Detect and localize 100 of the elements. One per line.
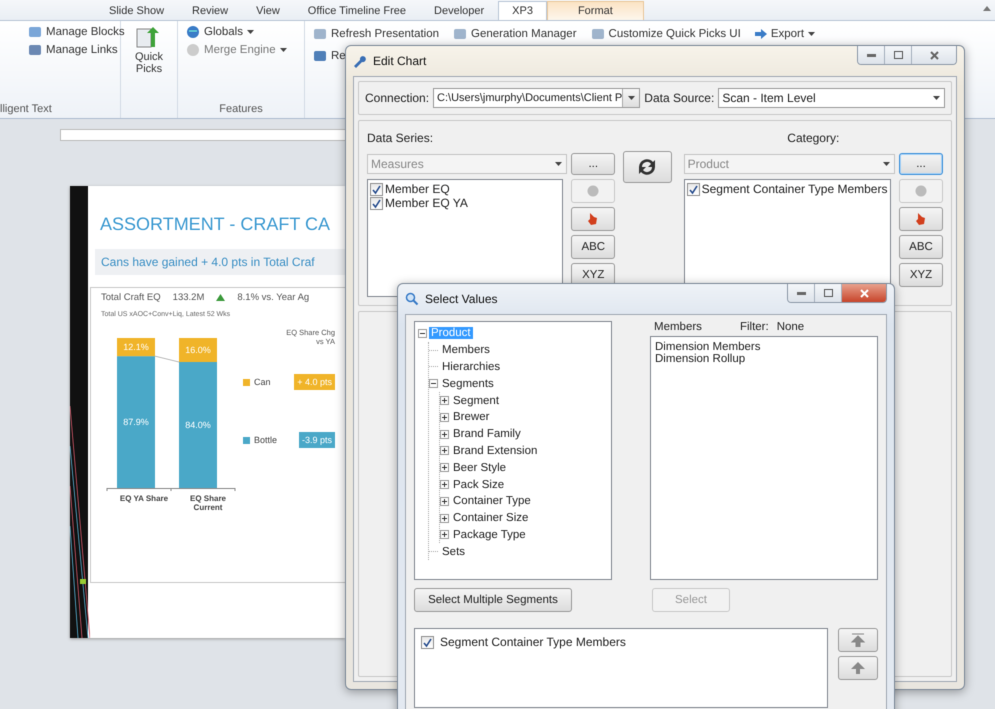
filter-label: Filter: [740,321,769,333]
kpi-change: 8.1% vs. Year Ag [237,292,310,303]
expand-icon[interactable] [440,496,449,506]
ribbon-button[interactable]: Re [313,49,346,63]
check-icon [422,636,433,648]
tree-item[interactable]: Package Type [451,528,528,541]
change-badge: + 4.0 pts [294,374,335,390]
ribbon-button[interactable]: Customize Quick Picks UI [590,27,741,41]
ribbon-tab[interactable]: XP3 [498,1,547,20]
ribbon-tab[interactable]: Format [546,1,644,20]
ribbon-tab[interactable]: Review [178,1,242,20]
minimize-icon [796,292,806,294]
tree-item[interactable]: Hierarchies [440,360,502,373]
expand-icon[interactable] [440,530,449,540]
expand-icon[interactable] [440,412,449,422]
list-item[interactable]: Dimension Rollup [655,353,873,365]
checkbox-item[interactable]: Segment Container Type Members [686,182,888,196]
toolbar-icon [590,27,605,41]
quick-picks-button[interactable]: Quick Picks [129,25,169,118]
tree-item[interactable]: Brand Extension [451,444,540,457]
collapse-ribbon-icon[interactable] [983,6,991,11]
dropdown-arrow-icon [280,48,287,52]
legend-label: Bottle [254,435,278,445]
ribbon-tab[interactable]: Slide Show [95,1,178,20]
tree-item[interactable]: Pack Size [451,478,506,491]
maximize-button[interactable] [885,46,912,64]
slide-title: ASSORTMENT - CRAFT CA [100,214,332,235]
tool-button[interactable]: XYZ [899,263,943,287]
collapse-icon[interactable] [429,379,438,388]
checkbox-item[interactable]: Member EQ YA [370,196,560,210]
move-top-button[interactable] [838,628,878,652]
close-icon [930,50,938,60]
expand-icon[interactable] [440,514,449,523]
dropdown-arrow-icon [932,96,940,100]
checkbox-item[interactable]: Member EQ [370,182,560,196]
tree-item[interactable]: Sets [440,546,468,558]
ribbon-tab[interactable]: View [242,1,294,20]
window-title: Select Values [425,292,498,306]
maximize-icon [824,289,832,297]
filter-value: None [776,321,804,333]
axis-label: EQ Share Current [188,494,227,512]
collapse-icon[interactable] [418,328,427,338]
checkbox[interactable] [421,636,434,648]
kpi-value: 133.2M [172,292,204,303]
expand-icon[interactable] [440,430,449,439]
arrow-icon [754,29,767,39]
dialog-button[interactable]: Select Multiple Segments [414,588,572,612]
checkbox[interactable] [686,182,700,196]
browse-button[interactable]: ... [571,153,616,175]
check-icon [688,184,699,194]
swap-button[interactable] [623,151,672,183]
ribbon-button[interactable]: Manage Links [28,43,118,57]
ribbon-button[interactable]: Globals [186,25,254,39]
ribbon-button[interactable]: Generation Manager [453,27,577,41]
ribbon-button[interactable]: Manage Blocks [28,25,125,39]
tool-button[interactable]: ABC [571,235,616,259]
expand-icon[interactable] [440,463,449,472]
tree-item[interactable]: Segment [451,394,502,407]
ribbon-button[interactable]: Refresh Presentation [313,27,440,41]
expand-icon[interactable] [440,446,449,456]
field-label: Data Source: [644,91,714,105]
panel-label: Data Series: [367,131,434,145]
axis-label: EQ YA Share [118,494,170,505]
dropdown-arrow-icon [247,30,254,34]
connector-line [154,356,180,362]
close-button[interactable] [912,46,956,64]
data-source-dropdown[interactable]: Scan - Item Level [718,88,945,108]
dropdown-arrow-icon [554,162,562,166]
tree-item[interactable]: Segments [440,378,496,390]
tree-item[interactable]: Members [440,344,492,356]
maximize-icon [894,51,902,59]
close-icon [860,288,868,298]
expand-icon[interactable] [440,396,449,406]
data-label: 16.0% [185,345,211,355]
tool-button[interactable]: ABC [899,235,943,259]
checkbox-item[interactable]: Segment Container Type Members [421,635,821,649]
tree-item[interactable]: Container Type [451,495,533,508]
expand-icon[interactable] [440,480,449,490]
tree-item[interactable]: Brand Family [451,428,523,440]
maximize-button[interactable] [815,284,842,302]
close-button[interactable] [842,284,886,302]
panel-label: Category: [787,131,840,145]
dropdown-arrow-icon [882,162,890,166]
tree-item[interactable]: Brewer [451,411,492,424]
browse-button[interactable]: ... [899,153,943,175]
slide-subtitle: Cans have gained + 4.0 pts in Total Craf [95,249,345,275]
minimize-button[interactable] [858,46,885,64]
ribbon-tab[interactable]: Developer [420,1,498,20]
ribbon-button[interactable]: Export [754,28,816,40]
ribbon-tab[interactable]: Office Timeline Free [294,1,420,20]
list-item[interactable]: Dimension Members [655,341,873,353]
tree-item[interactable]: Beer Style [451,462,508,474]
connection-dropdown[interactable]: C:\Users\jmurphy\Documents\Client P [433,88,640,108]
tree-item[interactable]: Container Size [451,512,530,524]
checkbox[interactable] [370,182,383,196]
checkbox[interactable] [370,196,383,210]
toolbar-icon [453,27,468,41]
minimize-icon [866,54,876,56]
move-up-button[interactable] [838,656,878,680]
minimize-button[interactable] [788,284,815,302]
